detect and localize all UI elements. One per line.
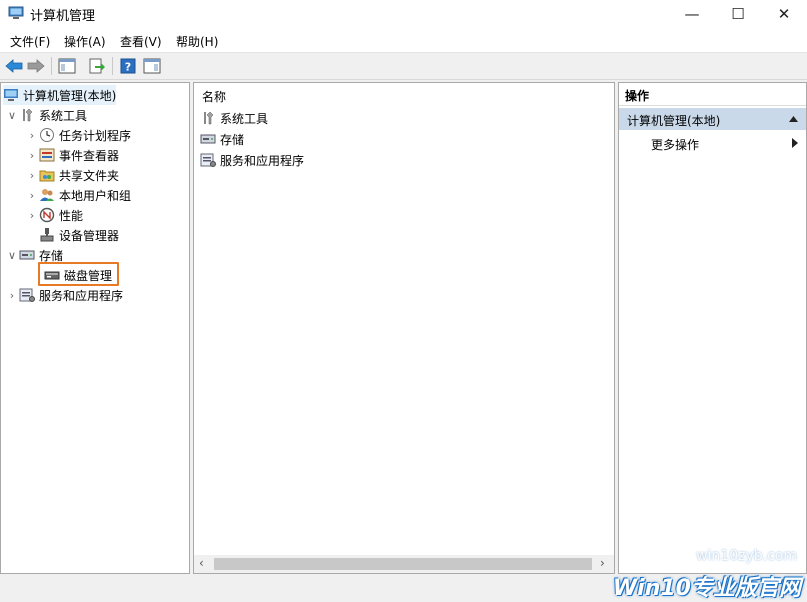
console-tree-pane: 计算机管理(本地) ∨ 系统工具 › 任务计划程序 › 事件查看器 › 共享文件… xyxy=(0,82,190,574)
toolbar-separator xyxy=(112,57,113,75)
chevron-right-icon[interactable]: › xyxy=(25,125,39,145)
services-icon xyxy=(19,288,35,302)
column-header-name[interactable]: 名称 xyxy=(202,88,226,105)
results-pane: 名称 系统工具 存储 服务和应用程序 xyxy=(193,82,615,574)
actions-title: 操作 xyxy=(625,89,650,103)
chevron-right-icon[interactable]: › xyxy=(5,285,19,305)
help-button[interactable]: ? xyxy=(118,56,138,76)
toolbar-separator xyxy=(51,57,52,75)
tree-item-performance[interactable]: › 性能 xyxy=(25,205,83,225)
tree-item-system-tools[interactable]: ∨ 系统工具 xyxy=(5,105,87,125)
more-actions-item[interactable]: 更多操作 xyxy=(619,132,806,154)
tree-item-root[interactable]: 计算机管理(本地) xyxy=(3,85,117,105)
forward-arrow-icon xyxy=(27,59,45,73)
tree-label: 本地用户和组 xyxy=(59,188,132,203)
highlight-box xyxy=(38,262,119,286)
shared-folder-icon xyxy=(39,170,55,182)
menu-bar: 文件(F) 操作(A) 查看(V) 帮助(H) xyxy=(0,28,807,53)
list-item[interactable]: 系统工具 xyxy=(200,108,268,128)
tree-label: 事件查看器 xyxy=(59,148,120,163)
tree-label: 共享文件夹 xyxy=(59,168,120,183)
tree-label: 服务和应用程序 xyxy=(39,288,124,303)
title-bar: 计算机管理 — ☐ ✕ xyxy=(0,0,807,28)
performance-icon xyxy=(39,207,55,223)
list-item[interactable]: 存储 xyxy=(200,129,244,149)
device-manager-icon xyxy=(40,228,54,242)
help-icon: ? xyxy=(120,58,136,74)
console-tree-icon xyxy=(58,58,76,74)
chevron-down-icon[interactable]: ∨ xyxy=(5,245,19,265)
action-pane-icon xyxy=(143,58,161,74)
menu-action[interactable]: 操作(A) xyxy=(64,33,106,50)
tree-label: 系统工具 xyxy=(39,108,88,123)
actions-section-label: 计算机管理(本地) xyxy=(627,114,721,128)
show-hide-action-pane-button[interactable] xyxy=(142,56,162,76)
menu-view[interactable]: 查看(V) xyxy=(120,33,162,50)
tree-label: 设备管理器 xyxy=(59,228,120,243)
menu-file[interactable]: 文件(F) xyxy=(10,33,50,50)
storage-icon xyxy=(200,134,216,144)
back-button[interactable] xyxy=(4,56,24,76)
horizontal-scrollbar[interactable]: ‹ › xyxy=(194,555,614,573)
actions-pane: 操作 计算机管理(本地) 更多操作 xyxy=(618,82,807,574)
maximize-button[interactable]: ☐ xyxy=(715,0,761,28)
actions-header: 操作 xyxy=(619,83,806,106)
minimize-button[interactable]: — xyxy=(669,0,715,28)
submenu-arrow-icon xyxy=(792,138,798,148)
tree-root-label: 计算机管理(本地) xyxy=(23,88,117,103)
export-list-button[interactable] xyxy=(87,56,107,76)
computer-management-icon xyxy=(4,89,18,101)
forward-button[interactable] xyxy=(26,56,46,76)
tree-item-event-viewer[interactable]: › 事件查看器 xyxy=(25,145,119,165)
list-item-label: 服务和应用程序 xyxy=(220,153,305,168)
watermark-logo: Win10专业版官网 xyxy=(612,576,801,601)
svg-text:?: ? xyxy=(125,61,131,74)
window-title: 计算机管理 xyxy=(30,9,96,24)
scroll-right-icon[interactable]: › xyxy=(600,556,605,570)
actions-section-header[interactable]: 计算机管理(本地) xyxy=(619,108,806,130)
toolbar: ? xyxy=(0,53,807,80)
tree-item-services-apps[interactable]: › 服务和应用程序 xyxy=(5,285,123,305)
scroll-left-icon[interactable]: ‹ xyxy=(199,556,204,570)
collapse-up-icon[interactable] xyxy=(789,116,798,122)
export-icon xyxy=(89,58,105,74)
back-arrow-icon xyxy=(5,59,23,73)
services-icon xyxy=(200,153,216,167)
tree-label: 存储 xyxy=(39,248,64,263)
chevron-down-icon[interactable]: ∨ xyxy=(5,105,19,125)
tree-item-shared-folders[interactable]: › 共享文件夹 xyxy=(25,165,119,185)
event-viewer-icon xyxy=(39,148,55,162)
tree-label: 任务计划程序 xyxy=(59,128,132,143)
users-icon xyxy=(40,189,54,201)
computer-management-icon xyxy=(8,6,24,19)
menu-help[interactable]: 帮助(H) xyxy=(176,33,218,50)
tree-item-device-manager[interactable]: 设备管理器 xyxy=(39,225,119,245)
chevron-right-icon[interactable]: › xyxy=(25,205,39,225)
list-item-label: 存储 xyxy=(220,132,245,147)
storage-icon xyxy=(19,250,35,260)
watermark-url: win10zyb.com xyxy=(696,548,797,564)
close-button[interactable]: ✕ xyxy=(761,0,807,28)
clock-icon xyxy=(40,128,54,142)
list-item[interactable]: 服务和应用程序 xyxy=(200,150,304,170)
tools-icon xyxy=(23,108,33,122)
tree-item-local-users[interactable]: › 本地用户和组 xyxy=(25,185,131,205)
tree-item-task-scheduler[interactable]: › 任务计划程序 xyxy=(25,125,131,145)
chevron-right-icon[interactable]: › xyxy=(25,185,39,205)
scrollbar-thumb[interactable] xyxy=(214,558,592,570)
tree-label: 性能 xyxy=(59,208,84,223)
chevron-right-icon[interactable]: › xyxy=(25,165,39,185)
list-item-label: 系统工具 xyxy=(220,111,269,126)
show-hide-tree-button[interactable] xyxy=(57,56,77,76)
tools-icon xyxy=(204,111,214,125)
chevron-right-icon[interactable]: › xyxy=(25,145,39,165)
more-actions-label: 更多操作 xyxy=(651,138,700,152)
